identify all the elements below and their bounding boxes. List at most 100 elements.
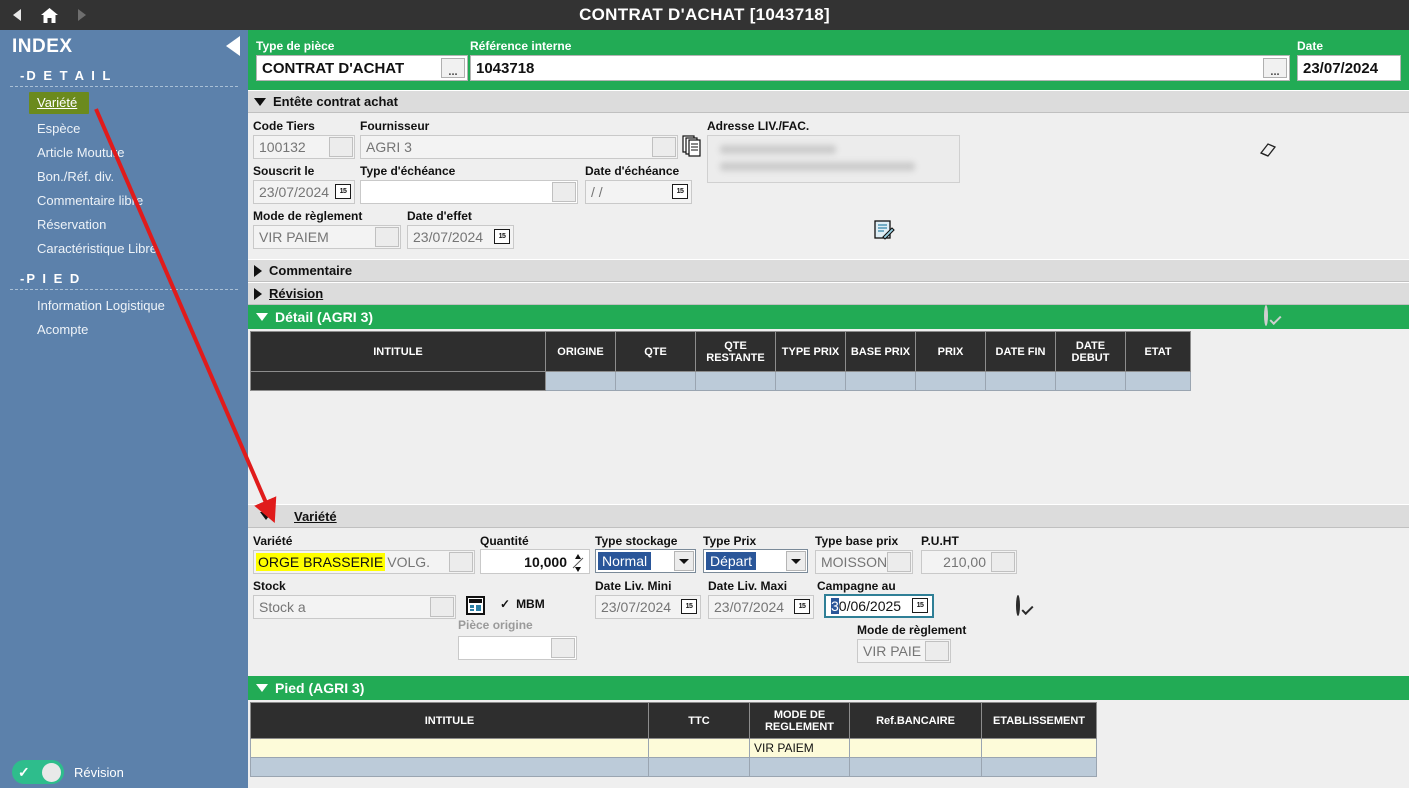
- sidebar-item-label: Commentaire libre: [37, 193, 143, 208]
- souscrit-le-input[interactable]: 23/07/2024 15: [253, 180, 355, 204]
- date-input[interactable]: 23/07/2024: [1297, 55, 1401, 81]
- reference-interne-browse-button[interactable]: ...: [1263, 58, 1287, 78]
- calendar-icon[interactable]: 15: [681, 599, 697, 614]
- sidebar-group-pied-title: -P I E D: [10, 267, 238, 290]
- cell-ref-bancaire: [850, 739, 982, 758]
- section-title-pied: Pied (AGRI 3): [275, 680, 364, 696]
- campagne-au-input[interactable]: 30/06/2025 15: [824, 594, 934, 618]
- title-bar: CONTRAT D'ACHAT [1043718]: [0, 0, 1409, 30]
- sidebar-item-reservation[interactable]: Réservation: [0, 213, 248, 237]
- code-tiers-input[interactable]: 100132: [253, 135, 355, 159]
- calendar-icon[interactable]: 15: [335, 184, 351, 199]
- note-edit-icon[interactable]: [873, 219, 895, 246]
- chevron-down-icon: [260, 512, 272, 520]
- variete-mode-reglement-input[interactable]: VIR PAIE: [857, 639, 951, 663]
- revision-toggle[interactable]: ✓: [12, 760, 64, 784]
- date-liv-mini-input[interactable]: 23/07/2024 15: [595, 595, 701, 619]
- sidebar-item-label: Article Mouture: [37, 145, 124, 160]
- stock-value: Stock a: [259, 599, 306, 615]
- mode-reglement-input[interactable]: VIR PAIEM: [253, 225, 401, 249]
- type-echeance-browse-button[interactable]: [552, 182, 576, 202]
- sidebar-item-espece[interactable]: Espèce: [0, 117, 248, 141]
- table-row[interactable]: [251, 758, 1097, 777]
- fournisseur-browse-button[interactable]: [652, 137, 676, 157]
- sidebar-item-commentaire-libre[interactable]: Commentaire libre: [0, 189, 248, 213]
- reference-interne-field: Référence interne 1043718 ...: [470, 39, 1290, 81]
- variete-mode-reglement-browse-button[interactable]: [925, 641, 949, 661]
- sidebar-item-variete[interactable]: Variété: [29, 92, 89, 114]
- pied-table: INTITULE TTC MODE DE REGLEMENT Ref.BANCA…: [250, 702, 1097, 777]
- calendar-icon[interactable]: 15: [494, 229, 510, 244]
- table-row[interactable]: VIR PAIEM: [251, 739, 1097, 758]
- section-header-variete[interactable]: Variété: [248, 504, 1409, 528]
- table-row[interactable]: [251, 372, 1191, 391]
- sidebar-item-information-logistique[interactable]: Information Logistique: [0, 294, 248, 318]
- campagne-au-label: Campagne au: [817, 579, 896, 593]
- sidebar-item-label: Information Logistique: [37, 298, 165, 313]
- chevron-down-icon[interactable]: [786, 551, 806, 571]
- code-tiers-value: 100132: [259, 139, 306, 155]
- code-tiers-browse-button[interactable]: [329, 137, 353, 157]
- pu-ht-input[interactable]: 210,00: [921, 550, 1017, 574]
- date-effet-input[interactable]: 23/07/2024 15: [407, 225, 514, 249]
- chevron-down-icon[interactable]: [674, 551, 694, 571]
- type-echeance-input[interactable]: [360, 180, 578, 204]
- col-qte-restante: QTE RESTANTE: [696, 332, 776, 372]
- section-header-detail[interactable]: Détail (AGRI 3): [248, 305, 1409, 329]
- section-header-revision[interactable]: Révision: [248, 282, 1409, 305]
- cell-mode-reglement: VIR PAIEM: [750, 739, 850, 758]
- type-base-prix-input[interactable]: MOISSON: [815, 550, 913, 574]
- adresse-livraison-facturation-field[interactable]: [707, 135, 960, 183]
- variete-input[interactable]: ORGE BRASSERIEVOLG.: [253, 550, 475, 574]
- calendar-icon[interactable]: 15: [672, 184, 688, 199]
- col-mode-reglement: MODE DE REGLEMENT: [750, 703, 850, 739]
- type-piece-browse-button[interactable]: ...: [441, 58, 465, 78]
- section-header-commentaire[interactable]: Commentaire: [248, 259, 1409, 282]
- sidebar-item-bon-ref-div[interactable]: Bon./Réf. div.: [0, 165, 248, 189]
- calendar-planner-icon[interactable]: [466, 596, 485, 620]
- eraser-icon[interactable]: [1258, 141, 1278, 164]
- piece-origine-browse-button[interactable]: [551, 638, 575, 658]
- stepper-arrows-icon[interactable]: [569, 551, 587, 574]
- section-header-pied[interactable]: Pied (AGRI 3): [248, 676, 1409, 700]
- check-icon: ✓: [500, 597, 510, 611]
- pu-ht-browse-button[interactable]: [991, 552, 1015, 572]
- type-piece-input[interactable]: CONTRAT D'ACHAT ...: [256, 55, 468, 81]
- type-base-prix-browse-button[interactable]: [887, 552, 911, 572]
- check-circle-icon-variete[interactable]: [1016, 597, 1020, 615]
- variete-browse-button[interactable]: [449, 552, 473, 572]
- mode-reglement-label: Mode de règlement: [253, 209, 362, 223]
- sidebar-item-article-mouture[interactable]: Article Mouture: [0, 141, 248, 165]
- mbm-checkbox[interactable]: ✓ MBM: [500, 597, 545, 611]
- page-title: CONTRAT D'ACHAT [1043718]: [0, 0, 1409, 30]
- pu-ht-label: P.U.HT: [921, 534, 959, 548]
- col-base-prix: BASE PRIX: [846, 332, 916, 372]
- stock-browse-button[interactable]: [430, 597, 454, 617]
- piece-origine-input[interactable]: [458, 636, 577, 660]
- copy-document-icon[interactable]: [682, 135, 702, 162]
- section-header-entete[interactable]: Entête contrat achat: [248, 90, 1409, 113]
- check-circle-icon-entete[interactable]: [1264, 307, 1268, 325]
- fournisseur-input[interactable]: AGRI 3: [360, 135, 678, 159]
- mode-reglement-browse-button[interactable]: [375, 227, 399, 247]
- date-echeance-input[interactable]: / / 15: [585, 180, 692, 204]
- reference-interne-input[interactable]: 1043718 ...: [470, 55, 1290, 81]
- check-icon: ✓: [15, 764, 30, 781]
- cell-ttc: [649, 758, 750, 777]
- sidebar: INDEX -D E T A I L Variété Espèce Articl…: [0, 30, 248, 788]
- address-line-blurred: [720, 162, 915, 171]
- adresse-label: Adresse LIV./FAC.: [707, 119, 809, 133]
- document-header-bar: Type de pièce CONTRAT D'ACHAT ... Référe…: [248, 30, 1409, 90]
- type-stockage-dropdown[interactable]: Normal: [595, 549, 696, 573]
- pied-table-area: INTITULE TTC MODE DE REGLEMENT Ref.BANCA…: [248, 700, 1409, 770]
- campagne-au-selected-char: 3: [831, 598, 839, 614]
- stock-input[interactable]: Stock a: [253, 595, 456, 619]
- calendar-icon[interactable]: 15: [794, 599, 810, 614]
- collapse-left-icon[interactable]: [226, 36, 240, 56]
- sidebar-item-acompte[interactable]: Acompte: [0, 318, 248, 342]
- sidebar-item-caracteristique-libre[interactable]: Caractéristique Libre: [0, 237, 248, 261]
- calendar-icon[interactable]: 15: [912, 598, 928, 613]
- date-liv-maxi-input[interactable]: 23/07/2024 15: [708, 595, 814, 619]
- type-prix-dropdown[interactable]: Départ: [703, 549, 808, 573]
- quantite-stepper[interactable]: 10,000: [480, 549, 590, 574]
